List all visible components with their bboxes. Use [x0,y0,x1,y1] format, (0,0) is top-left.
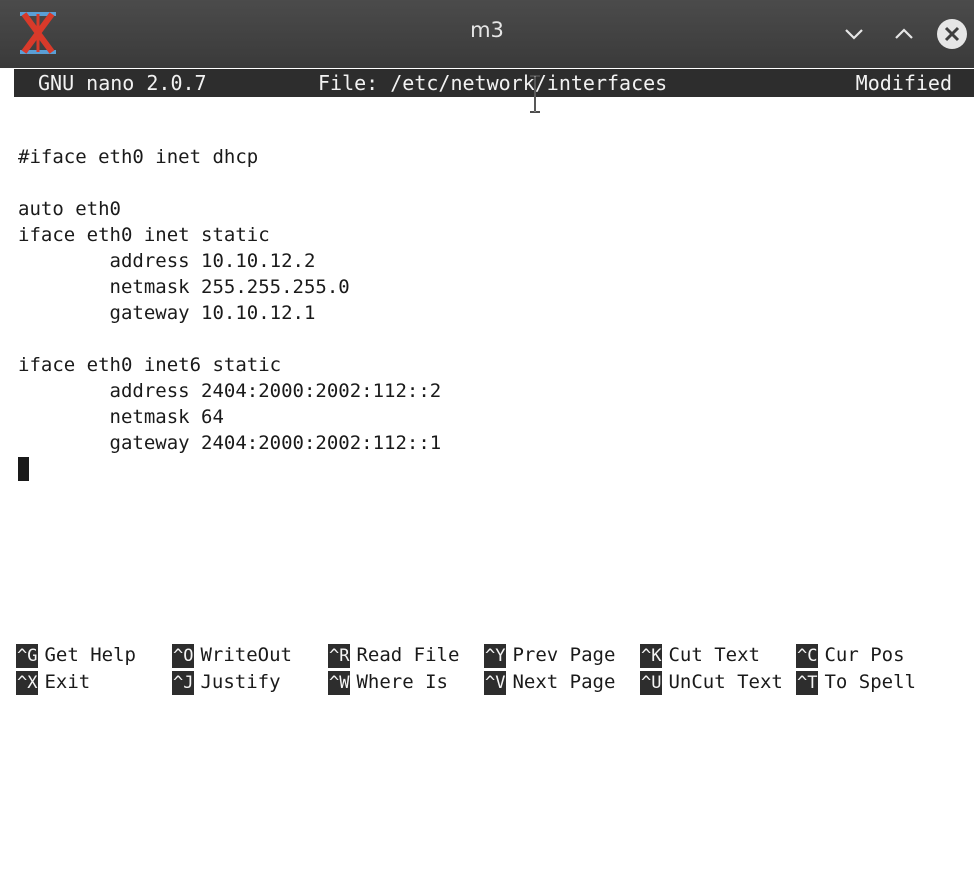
shortcut-label: Justify [200,671,281,693]
shortcut-key: ^C [796,644,819,668]
shortcut-read-file: ^R Read File [328,642,459,668]
terminal-area[interactable]: GNU nano 2.0.7 File: /etc/network/interf… [0,68,974,698]
editor-line: gateway 2404:2000:2002:112::1 [18,432,442,454]
shortcut-row: ^X Exit ^J Justify ^W Where Is ^V Next Page … [16,669,916,695]
shortcut-to-spell: ^T To Spell [796,669,916,695]
shortcut-uncut-text: ^U UnCut Text [640,669,783,695]
editor-line: gateway 10.10.12.1 [18,302,316,324]
shortcut-label: Cut Text [668,644,760,666]
shortcut-label: To Spell [824,671,916,693]
shortcut-label: WriteOut [200,644,292,666]
shortcut-label: Read File [356,644,460,666]
shortcut-writeout: ^O WriteOut [172,642,292,668]
shortcut-prev-page: ^Y Prev Page [484,642,615,668]
nano-version: GNU nano 2.0.7 [38,71,207,95]
maximize-icon [895,28,913,39]
shortcut-key: ^X [16,671,39,695]
editor-line: auto eth0 [18,198,121,220]
shortcut-key: ^T [796,671,819,695]
nano-file-name: File: /etc/network/interfaces [318,71,668,95]
editor-cursor-line [18,456,958,482]
nano-modified-status: Modified [855,71,952,95]
shortcut-label: UnCut Text [668,671,783,693]
close-icon [937,19,967,49]
shortcut-key: ^W [328,671,351,695]
editor-line: address 2404:2000:2002:112::2 [18,380,442,402]
editor-line: iface eth0 inet static [18,224,270,246]
shortcut-key: ^O [172,644,195,668]
minimize-icon [845,29,863,40]
minimize-button[interactable] [834,14,874,54]
shortcut-key: ^Y [484,644,507,668]
shortcut-key: ^V [484,671,507,695]
shortcut-justify: ^J Justify [172,669,281,695]
window-titlebar[interactable]: m3 [0,0,974,68]
shortcut-row: ^G Get Help ^O WriteOut ^R Read File ^Y Prev… [16,642,905,668]
editor-line: address 10.10.12.2 [18,250,316,272]
shortcut-get-help: ^G Get Help [16,642,136,668]
shortcut-next-page: ^V Next Page [484,669,615,695]
shortcut-cur-pos: ^C Cur Pos [796,642,905,668]
shortcut-cut-text: ^K Cut Text [640,642,760,668]
shortcut-label: Where Is [356,671,448,693]
window-title: m3 [470,18,504,42]
shortcut-label: Cur Pos [824,644,905,666]
shortcut-key: ^J [172,671,195,695]
editor-line: netmask 64 [18,406,224,428]
shortcut-key: ^K [640,644,663,668]
close-button[interactable] [932,14,972,54]
nano-shortcut-bar: ^G Get Help ^O WriteOut ^R Read File ^Y Prev… [16,642,966,698]
shortcut-key: ^G [16,644,39,668]
ibeam-cursor-icon [530,75,540,113]
shortcut-key: ^R [328,644,351,668]
shortcut-exit: ^X Exit [16,669,90,695]
nano-status-bar: GNU nano 2.0.7 File: /etc/network/interf… [14,69,974,97]
editor-text-area[interactable]: #iface eth0 inet dhcp auto eth0 iface eth0… [18,118,958,482]
shortcut-label: Get Help [44,644,136,666]
editor-line: netmask 255.255.255.0 [18,276,350,298]
text-cursor [18,457,29,481]
editor-line: #iface eth0 inet dhcp [18,146,259,168]
shortcut-where-is: ^W Where Is [328,669,448,695]
shortcut-label: Exit [44,671,91,693]
shortcut-key: ^U [640,671,663,695]
editor-line: iface eth0 inet6 static [18,354,282,376]
shortcut-label: Prev Page [512,644,616,666]
shortcut-label: Next Page [512,671,616,693]
maximize-button[interactable] [884,14,924,54]
